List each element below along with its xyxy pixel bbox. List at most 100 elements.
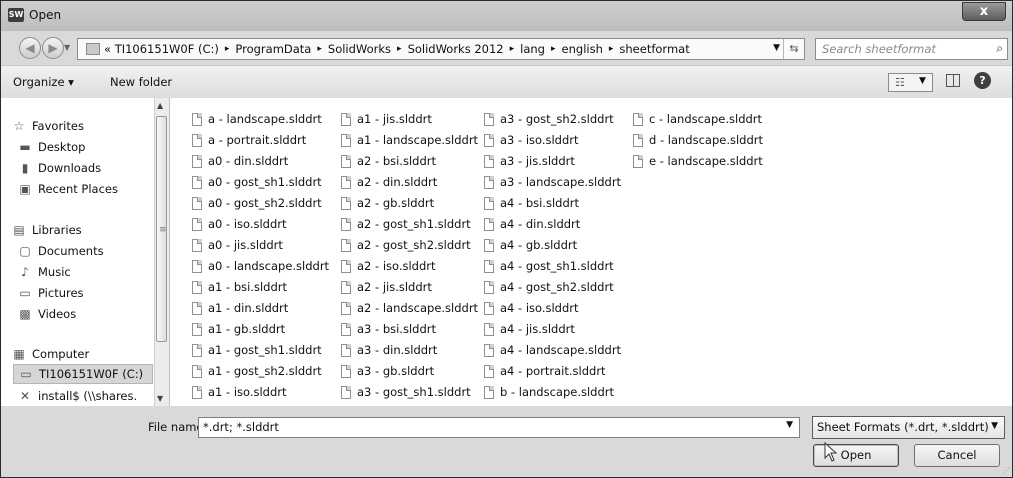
file-item[interactable]: a3 - jis.slddrt <box>484 152 575 170</box>
file-item[interactable]: b - landscape.slddrt <box>484 383 614 401</box>
nav-libraries[interactable]: ▤ Libraries <box>11 221 81 239</box>
file-name-input[interactable]: *.drt; *.slddrt ▼ <box>198 417 800 438</box>
file-item[interactable]: a1 - bsi.slddrt <box>192 278 287 296</box>
file-item[interactable]: a2 - bsi.slddrt <box>341 152 436 170</box>
change-view-button[interactable]: ☷ ▼ <box>888 73 933 92</box>
file-item[interactable]: a2 - gost_sh1.slddrt <box>341 215 471 233</box>
scrollbar-thumb[interactable]: ≡ <box>156 116 167 342</box>
breadcrumb-english[interactable]: english <box>562 42 603 56</box>
recent-locations-dropdown[interactable]: ▼ <box>64 43 70 52</box>
address-bar[interactable]: « TI106151W0F (C:) ▸ ProgramData ▸ Solid… <box>77 38 805 60</box>
resize-grip-icon[interactable]: ⋰ <box>1002 466 1010 475</box>
back-button[interactable]: ◀ <box>19 37 41 59</box>
nav-videos[interactable]: ▩ Videos <box>17 305 76 323</box>
file-item[interactable]: a4 - jis.slddrt <box>484 320 575 338</box>
file-item[interactable]: a4 - gost_sh1.slddrt <box>484 257 614 275</box>
document-file-icon <box>484 133 494 147</box>
nav-pictures[interactable]: ▭ Pictures <box>17 284 83 302</box>
close-button[interactable]: x <box>962 2 1006 21</box>
file-type-select[interactable]: Sheet Formats (*.drt, *.slddrt) ▼ <box>812 416 1005 439</box>
nav-downloads[interactable]: ▮ Downloads <box>17 159 101 177</box>
search-icon[interactable]: ⌕ <box>996 41 1003 56</box>
breadcrumb-drive[interactable]: « TI106151W0F (C:) <box>104 42 219 56</box>
file-item[interactable]: a1 - landscape.slddrt <box>341 131 478 149</box>
breadcrumb-sheetformat[interactable]: sheetformat <box>619 42 689 56</box>
refresh-button[interactable]: ⇆ <box>783 39 804 59</box>
scroll-up-icon[interactable]: ▲ <box>157 101 163 110</box>
file-item[interactable]: e - landscape.slddrt <box>633 152 763 170</box>
file-item[interactable]: a4 - landscape.slddrt <box>484 341 621 359</box>
file-item[interactable]: a0 - din.slddrt <box>192 152 288 170</box>
file-item[interactable]: a3 - landscape.slddrt <box>484 173 621 191</box>
nav-recent-places[interactable]: ▣ Recent Places <box>17 180 118 198</box>
chevron-right-icon[interactable]: ▸ <box>551 44 556 54</box>
organize-menu-button[interactable]: Organize ▾ <box>13 75 74 89</box>
nav-desktop[interactable]: ▬ Desktop <box>17 138 85 156</box>
new-folder-button[interactable]: New folder <box>110 75 172 89</box>
file-item[interactable]: a2 - jis.slddrt <box>341 278 432 296</box>
breadcrumb-solidworks-2012[interactable]: SolidWorks 2012 <box>408 42 504 56</box>
file-item[interactable]: a1 - jis.slddrt <box>341 110 432 128</box>
nav-computer[interactable]: ▦ Computer <box>11 345 89 363</box>
chevron-down-icon[interactable]: ▼ <box>991 421 998 431</box>
file-item[interactable]: a2 - din.slddrt <box>341 173 437 191</box>
file-item[interactable]: a4 - gost_sh2.slddrt <box>484 278 614 296</box>
file-item[interactable]: a4 - bsi.slddrt <box>484 194 579 212</box>
address-dropdown-icon[interactable]: ▼ <box>773 43 780 53</box>
file-item[interactable]: a3 - bsi.slddrt <box>341 320 436 338</box>
file-item[interactable]: a1 - gb.slddrt <box>192 320 285 338</box>
file-item[interactable]: a1 - gost_sh2.slddrt <box>192 362 322 380</box>
navigation-scrollbar[interactable]: ▲ ≡ ▼ <box>154 98 169 406</box>
file-item[interactable]: a0 - jis.slddrt <box>192 236 283 254</box>
file-item[interactable]: a4 - iso.slddrt <box>484 299 579 317</box>
chevron-right-icon[interactable]: ▸ <box>397 44 402 54</box>
search-input[interactable]: Search sheetformat ⌕ <box>815 38 1008 60</box>
file-item[interactable]: d - landscape.slddrt <box>633 131 763 149</box>
file-item[interactable]: a3 - din.slddrt <box>341 341 437 359</box>
file-item[interactable]: a3 - gb.slddrt <box>341 362 434 380</box>
file-item[interactable]: c - landscape.slddrt <box>633 110 762 128</box>
file-item[interactable]: a0 - gost_sh1.slddrt <box>192 173 322 191</box>
file-item[interactable]: a1 - iso.slddrt <box>192 383 287 401</box>
nav-network-share[interactable]: ✕ install$ (\\shares. <box>17 387 137 405</box>
breadcrumb-solidworks[interactable]: SolidWorks <box>328 42 391 56</box>
file-name: a2 - gost_sh1.slddrt <box>357 217 471 231</box>
file-item[interactable]: a2 - gb.slddrt <box>341 194 434 212</box>
document-file-icon <box>484 322 494 336</box>
file-item[interactable]: a1 - din.slddrt <box>192 299 288 317</box>
nav-label: install$ (\\shares. <box>38 389 138 403</box>
file-item[interactable]: a1 - gost_sh1.slddrt <box>192 341 322 359</box>
chevron-right-icon[interactable]: ▸ <box>225 44 230 54</box>
file-item[interactable]: a3 - gost_sh1.slddrt <box>341 383 471 401</box>
file-item[interactable]: a3 - gost_sh2.slddrt <box>484 110 614 128</box>
chevron-down-icon[interactable]: ▼ <box>919 76 926 86</box>
file-item[interactable]: a - landscape.slddrt <box>192 110 322 128</box>
file-item[interactable]: a2 - landscape.slddrt <box>341 299 478 317</box>
file-item[interactable]: a2 - gost_sh2.slddrt <box>341 236 471 254</box>
file-item[interactable]: a0 - landscape.slddrt <box>192 257 329 275</box>
file-item[interactable]: a - portrait.slddrt <box>192 131 306 149</box>
cancel-button[interactable]: Cancel <box>914 444 1000 467</box>
chevron-right-icon[interactable]: ▸ <box>317 44 322 54</box>
folder-icon <box>86 43 100 55</box>
file-item[interactable]: a4 - gb.slddrt <box>484 236 577 254</box>
chevron-right-icon[interactable]: ▸ <box>609 44 614 54</box>
file-item[interactable]: a4 - portrait.slddrt <box>484 362 606 380</box>
chevron-right-icon[interactable]: ▸ <box>510 44 515 54</box>
help-icon[interactable]: ? <box>974 72 991 89</box>
preview-pane-icon[interactable] <box>946 74 960 87</box>
file-item[interactable]: a4 - din.slddrt <box>484 215 580 233</box>
nav-favorites[interactable]: ☆ Favorites <box>11 117 84 135</box>
breadcrumb-programdata[interactable]: ProgramData <box>235 42 311 56</box>
breadcrumb-lang[interactable]: lang <box>520 42 545 56</box>
file-item[interactable]: a0 - iso.slddrt <box>192 215 287 233</box>
nav-drive-c[interactable]: ▭ TI106151W0F (C:) <box>13 364 153 384</box>
file-item[interactable]: a0 - gost_sh2.slddrt <box>192 194 322 212</box>
scroll-down-icon[interactable]: ▼ <box>157 394 163 403</box>
forward-button[interactable]: ▶ <box>42 37 64 59</box>
nav-documents[interactable]: ▢ Documents <box>17 242 103 260</box>
file-item[interactable]: a3 - iso.slddrt <box>484 131 579 149</box>
file-item[interactable]: a2 - iso.slddrt <box>341 257 436 275</box>
chevron-down-icon[interactable]: ▼ <box>786 420 793 430</box>
nav-music[interactable]: ♪ Music <box>17 263 71 281</box>
